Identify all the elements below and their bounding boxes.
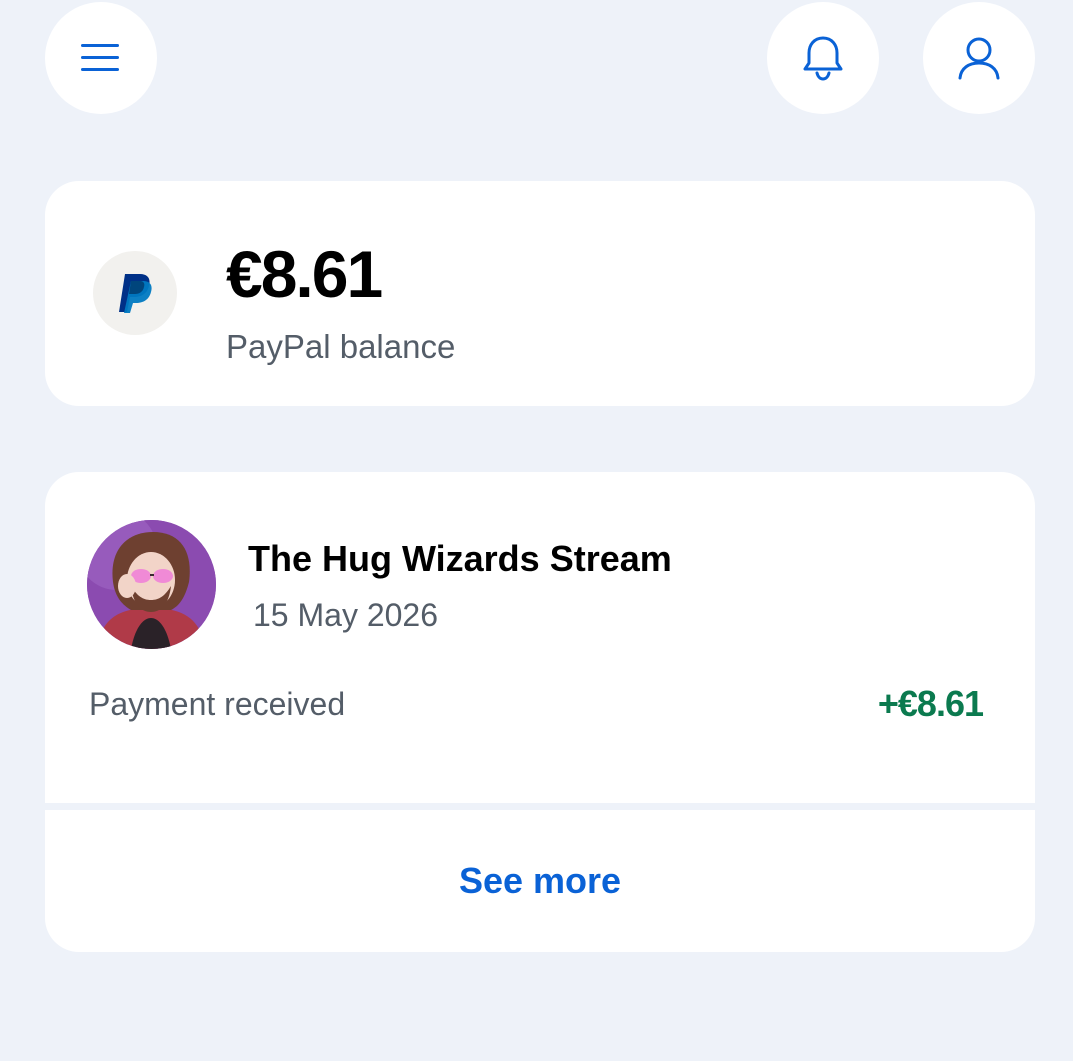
notifications-button[interactable] xyxy=(767,2,879,114)
bell-icon xyxy=(802,35,844,81)
transaction-date: 15 May 2026 xyxy=(253,597,439,633)
profile-button[interactable] xyxy=(923,2,1035,114)
user-icon xyxy=(957,36,1001,80)
recent-activity-card: The Hug Wizards Stream 15 May 2026 Payme… xyxy=(45,472,1035,952)
see-more-button[interactable]: See more xyxy=(45,810,1035,952)
paypal-logo xyxy=(93,251,177,335)
balance-label: PayPal balance xyxy=(226,328,456,365)
hamburger-menu-icon xyxy=(81,42,121,74)
paypal-logo-icon xyxy=(119,274,152,313)
transaction-name: The Hug Wizards Stream xyxy=(248,538,672,579)
balance-amount: €8.61 xyxy=(226,237,383,311)
avatar xyxy=(87,520,216,649)
transaction-amount: +€8.61 xyxy=(877,683,984,724)
balance-card[interactable]: €8.61 PayPal balance xyxy=(45,181,1035,406)
transaction-type: Payment received xyxy=(89,686,346,722)
menu-button[interactable] xyxy=(45,2,157,114)
divider xyxy=(45,803,1035,810)
